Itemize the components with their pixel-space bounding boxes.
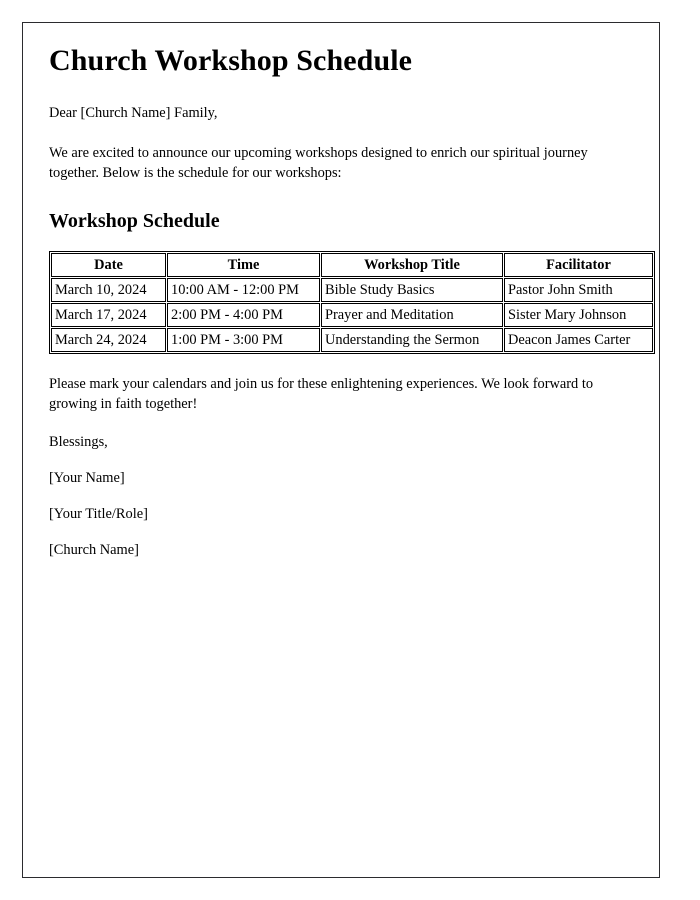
cell-workshop-title: Prayer and Meditation — [321, 303, 503, 327]
column-header-workshop-title: Workshop Title — [321, 253, 503, 277]
column-header-date: Date — [51, 253, 166, 277]
table-row: March 10, 2024 10:00 AM - 12:00 PM Bible… — [51, 278, 653, 302]
signature-line-church-name: [Church Name] — [49, 542, 139, 558]
cell-workshop-title: Understanding the Sermon — [321, 328, 503, 352]
table-header-row: Date Time Workshop Title Facilitator — [51, 253, 653, 277]
cell-time: 2:00 PM - 4:00 PM — [167, 303, 320, 327]
closing-paragraph: Please mark your calendars and join us f… — [49, 376, 594, 412]
column-header-facilitator: Facilitator — [504, 253, 653, 277]
intro-paragraph: We are excited to announce our upcoming … — [49, 145, 588, 181]
table-row: March 17, 2024 2:00 PM - 4:00 PM Prayer … — [51, 303, 653, 327]
signature-line-your-name: [Your Name] — [49, 470, 125, 486]
cell-date: March 24, 2024 — [51, 328, 166, 352]
document-content: Church Workshop Schedule Dear [Church Na… — [49, 43, 655, 560]
cell-workshop-title: Bible Study Basics — [321, 278, 503, 302]
cell-date: March 10, 2024 — [51, 278, 166, 302]
table-body: March 10, 2024 10:00 AM - 12:00 PM Bible… — [51, 278, 653, 352]
cell-time: 10:00 AM - 12:00 PM — [167, 278, 320, 302]
workshop-schedule-table: Date Time Workshop Title Facilitator Mar… — [49, 251, 655, 354]
sign-off-text: Blessings, — [49, 434, 108, 450]
cell-facilitator: Sister Mary Johnson — [504, 303, 653, 327]
table-row: March 24, 2024 1:00 PM - 3:00 PM Underst… — [51, 328, 653, 352]
cell-time: 1:00 PM - 3:00 PM — [167, 328, 320, 352]
cell-facilitator: Pastor John Smith — [504, 278, 653, 302]
page-title: Church Workshop Schedule — [49, 44, 413, 77]
cell-date: March 17, 2024 — [51, 303, 166, 327]
signature-line-your-title-role: [Your Title/Role] — [49, 506, 148, 522]
section-heading-workshop-schedule: Workshop Schedule — [49, 210, 220, 232]
document-page: Church Workshop Schedule Dear [Church Na… — [22, 22, 660, 878]
table-header: Date Time Workshop Title Facilitator — [51, 253, 653, 277]
column-header-time: Time — [167, 253, 320, 277]
cell-facilitator: Deacon James Carter — [504, 328, 653, 352]
salutation-text: Dear [Church Name] Family, — [49, 105, 218, 121]
